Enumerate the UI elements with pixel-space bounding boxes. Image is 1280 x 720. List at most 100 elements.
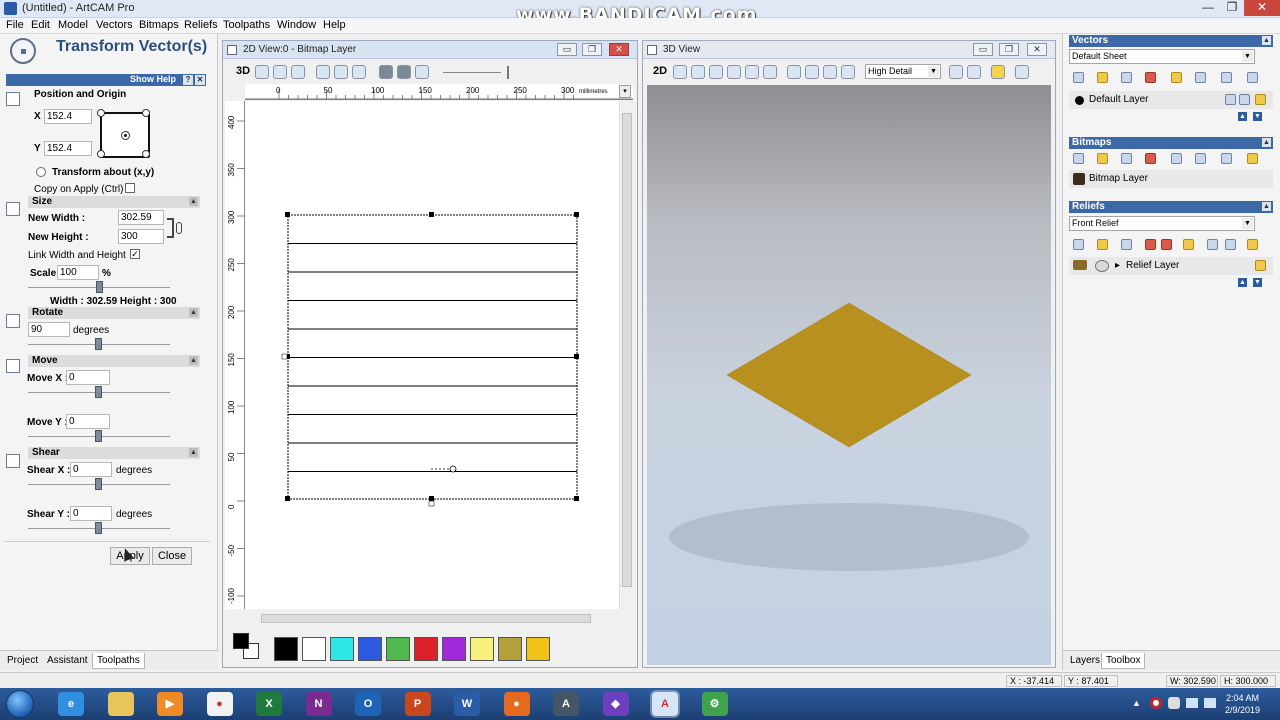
menu-edit[interactable]: Edit [31, 19, 50, 31]
handle-top-right[interactable] [574, 212, 579, 217]
show-help-bar[interactable]: Show Help ? ✕ [6, 74, 206, 86]
light-bulb-icon[interactable] [991, 65, 1005, 79]
tab-project[interactable]: Project [3, 653, 42, 669]
handle-rotate-left[interactable] [281, 353, 288, 360]
colour-swatch[interactable] [358, 637, 382, 661]
open-relief-icon[interactable] [1097, 239, 1108, 250]
collapse-reliefs-icon[interactable]: ▲ [1262, 202, 1271, 211]
taskbar-media-icon[interactable]: ▶ [157, 692, 183, 716]
rotation-center-icon[interactable] [449, 465, 457, 473]
zoom-out-3d-icon[interactable] [727, 65, 741, 79]
contrast-slider-thumb[interactable] [507, 66, 509, 79]
relief-colour-icon[interactable] [1161, 239, 1172, 250]
handle-bottom-middle[interactable] [429, 496, 434, 501]
default-layer-row[interactable]: Default Layer [1069, 91, 1273, 109]
collapse-move-icon[interactable]: ▲ [189, 356, 198, 365]
zoom-previous-icon[interactable] [334, 65, 348, 79]
move-relief-down-icon[interactable]: ▼ [1253, 278, 1262, 287]
taskbar-visualstudio-icon[interactable]: ◆ [602, 692, 629, 716]
horizontal-scroll-thumb[interactable] [261, 614, 591, 623]
collapse-bitmaps-icon[interactable]: ▲ [1262, 138, 1271, 147]
origin-center-handle[interactable] [121, 131, 130, 140]
view-3d-close[interactable]: ✕ [1027, 43, 1047, 56]
zoom-in-icon[interactable] [255, 65, 269, 79]
move-layer-down-icon[interactable]: ▼ [1253, 112, 1262, 121]
expand-arrow-icon[interactable]: ▸ [1115, 257, 1120, 275]
origin-handle-bottom-right[interactable] [142, 150, 150, 158]
save-relief-icon[interactable] [1121, 239, 1132, 250]
handle-rotate-bottom[interactable] [428, 500, 435, 507]
zoom-all-icon[interactable] [291, 65, 305, 79]
x-field[interactable]: 152.4 [44, 109, 92, 124]
new-bitmap-layer-icon[interactable] [1073, 153, 1084, 164]
handle-bottom-left[interactable] [285, 496, 290, 501]
help-close-button[interactable]: ✕ [195, 75, 205, 85]
collapse-vectors-icon[interactable]: ▲ [1262, 36, 1271, 45]
new-height-field[interactable]: 300 [118, 229, 164, 244]
menu-toolpaths[interactable]: Toolpaths [223, 19, 270, 31]
reliefs-header[interactable]: Reliefs ▲ [1069, 201, 1273, 213]
origin-selector[interactable] [97, 109, 150, 158]
transform-about-radio[interactable] [36, 167, 46, 177]
colour-swatch[interactable] [330, 637, 354, 661]
primary-secondary-colour[interactable] [233, 633, 263, 661]
rotate-section-header[interactable]: Rotate ▲ [28, 307, 200, 319]
bitmap-visibility-icon[interactable] [1247, 153, 1258, 164]
relief-properties-icon[interactable] [1207, 239, 1218, 250]
zoom-box-icon[interactable] [316, 65, 330, 79]
shear-y-field[interactable]: 0 [70, 506, 112, 521]
primary-colour-swatch[interactable] [233, 633, 249, 649]
move-x-field[interactable]: 0 [66, 370, 110, 385]
menu-window[interactable]: Window [277, 19, 316, 31]
vector-properties-icon[interactable] [1247, 72, 1258, 83]
save-vector-icon[interactable] [1121, 72, 1132, 83]
move-relief-up-icon[interactable]: ▲ [1238, 278, 1247, 287]
horizontal-scrollbar-2d[interactable] [245, 613, 619, 625]
view-2d-close[interactable]: ✕ [609, 43, 629, 56]
lock-layer-icon[interactable] [1225, 94, 1236, 105]
origin-handle-top-left[interactable] [97, 109, 105, 117]
move-y-slider-thumb[interactable] [95, 430, 102, 442]
copy-on-apply-checkbox[interactable] [125, 183, 135, 193]
relief-plane[interactable] [726, 302, 972, 448]
menu-help[interactable]: Help [323, 19, 346, 31]
move-x-slider-thumb[interactable] [95, 386, 102, 398]
bitmap-wizard-icon[interactable] [1195, 153, 1206, 164]
relief-layer-row[interactable]: ▸ Relief Layer [1069, 257, 1273, 275]
view-2d-restore[interactable]: ❐ [582, 43, 602, 56]
chain-link-icon[interactable] [176, 222, 182, 234]
detail-level-select[interactable]: High Detail ▼ [865, 64, 941, 79]
handle-top-left[interactable] [285, 212, 290, 217]
record-icon[interactable] [1150, 697, 1162, 709]
move-y-field[interactable]: 0 [66, 414, 110, 429]
collapse-size-icon[interactable]: ▲ [189, 197, 198, 206]
top-view-icon[interactable] [841, 65, 855, 79]
network-icon[interactable] [1186, 698, 1198, 708]
dropdown-arrow-icon[interactable]: ▼ [928, 66, 939, 77]
taskbar-word-icon[interactable]: W [454, 692, 480, 716]
clock[interactable]: 2:04 AM 2/9/2019 [1225, 692, 1260, 716]
volume-icon[interactable] [1204, 698, 1216, 708]
vertical-scroll-thumb[interactable] [622, 113, 632, 587]
zoom-in-3d-icon[interactable] [709, 65, 723, 79]
delete-relief-layer-icon[interactable] [1225, 239, 1236, 250]
open-vector-icon[interactable] [1097, 72, 1108, 83]
handle-bottom-right[interactable] [574, 496, 579, 501]
zoom-selection-icon[interactable] [352, 65, 366, 79]
side-view-icon[interactable] [823, 65, 837, 79]
menu-reliefs[interactable]: Reliefs [184, 19, 218, 31]
collapse-rotate-icon[interactable]: ▲ [189, 308, 198, 317]
colour-swatch[interactable] [498, 637, 522, 661]
menu-bitmaps[interactable]: Bitmaps [139, 19, 179, 31]
paste-vector-icon[interactable] [1171, 72, 1182, 83]
bitmap-from-relief-icon[interactable] [1145, 153, 1156, 164]
relief-combine-icon[interactable] [1095, 260, 1109, 272]
shear-y-slider-thumb[interactable] [95, 522, 102, 534]
open-bitmap-icon[interactable] [1097, 153, 1108, 164]
view-3d-minimize[interactable]: ▭ [973, 43, 993, 56]
shear-x-field[interactable]: 0 [70, 462, 112, 477]
menu-file[interactable]: File [6, 19, 24, 31]
tab-layers[interactable]: Layers [1066, 653, 1104, 669]
colour-swatch[interactable] [470, 637, 494, 661]
menu-vectors[interactable]: Vectors [96, 19, 133, 31]
